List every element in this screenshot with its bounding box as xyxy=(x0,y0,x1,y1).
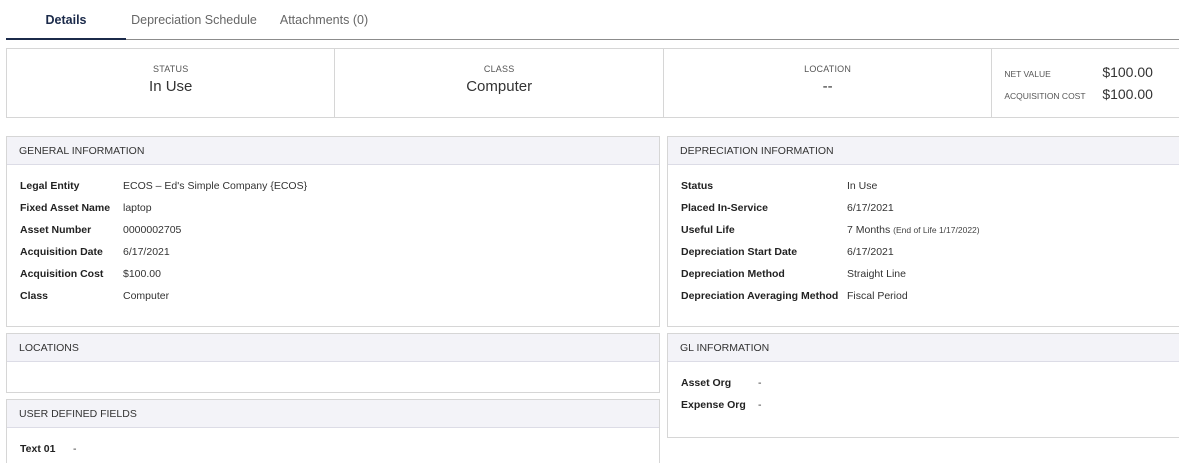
info-row: Depreciation Method Straight Line xyxy=(668,263,1179,285)
info-row: Placed In-Service 6/17/2021 xyxy=(668,197,1179,219)
user-defined-fields-title: USER DEFINED FIELDS xyxy=(7,400,659,428)
general-information-rows: Legal Entity ECOS – Ed's Simple Company {… xyxy=(7,165,659,307)
useful-life-label: Useful Life xyxy=(681,224,735,236)
acquisition-cost-field-label: Acquisition Cost xyxy=(20,268,104,280)
depreciation-information-panel: DEPRECIATION INFORMATION Status In Use Pl… xyxy=(667,136,1179,327)
depreciation-start-date-label: Depreciation Start Date xyxy=(681,246,798,258)
info-row: Depreciation Start Date 6/17/2021 xyxy=(668,241,1179,263)
expense-org-label: Expense Org xyxy=(681,399,746,411)
text-01-label: Text 01 xyxy=(20,443,56,455)
expense-org-value: - xyxy=(758,399,762,411)
location-value: -- xyxy=(822,78,833,95)
user-defined-fields-rows: Text 01 - xyxy=(7,428,659,460)
acquisition-date-value: 6/17/2021 xyxy=(123,246,170,258)
legal-entity-value: ECOS – Ed's Simple Company {ECOS} xyxy=(123,180,308,192)
depreciation-start-date-value: 6/17/2021 xyxy=(847,246,894,258)
summary-class: CLASS Computer xyxy=(335,49,664,117)
class-field-label: Class xyxy=(20,290,49,302)
tab-depreciation-schedule[interactable]: Depreciation Schedule xyxy=(128,0,260,40)
gl-information-title: GL INFORMATION xyxy=(668,334,1179,362)
info-row: Fixed Asset Name laptop xyxy=(7,197,659,219)
fixed-asset-name-value: laptop xyxy=(123,202,152,214)
text-01-value: - xyxy=(73,443,77,455)
useful-life-months: 7 Months xyxy=(847,224,891,236)
info-row: Depreciation Averaging Method Fiscal Peri… xyxy=(668,285,1179,307)
summary-strip: STATUS In Use CLASS Computer LOCATION --… xyxy=(6,48,1179,118)
info-row: Expense Org - xyxy=(668,394,1179,416)
info-row: Useful Life 7 Months (End of Life 1/17/20… xyxy=(668,219,1179,241)
info-row: Asset Org - xyxy=(668,372,1179,394)
info-row: Status In Use xyxy=(668,175,1179,197)
acquisition-date-label: Acquisition Date xyxy=(20,246,103,258)
class-value: Computer xyxy=(466,78,533,95)
acquisition-cost-label: ACQUISITION COST xyxy=(1004,91,1086,101)
depreciation-method-value: Straight Line xyxy=(847,268,906,280)
info-row: Legal Entity ECOS – Ed's Simple Company {… xyxy=(7,175,659,197)
tab-bar: Details Depreciation Schedule Attachment… xyxy=(6,0,1179,40)
net-value-row: NET VALUE $100.00 xyxy=(992,64,1179,84)
location-label: LOCATION xyxy=(804,64,852,74)
tab-attachments[interactable]: Attachments (0) xyxy=(272,0,376,40)
class-label: CLASS xyxy=(483,64,515,74)
legal-entity-label: Legal Entity xyxy=(20,180,80,192)
info-row: Acquisition Date 6/17/2021 xyxy=(7,241,659,263)
depreciation-averaging-method-label: Depreciation Averaging Method xyxy=(681,290,839,302)
summary-values: NET VALUE $100.00 ACQUISITION COST $100.… xyxy=(992,49,1179,117)
info-row: Text 01 - xyxy=(7,438,659,460)
asset-number-value: 0000002705 xyxy=(123,224,182,236)
net-value: $100.00 xyxy=(1102,64,1153,80)
info-row: Class Computer xyxy=(7,285,659,307)
dep-status-value: In Use xyxy=(847,180,878,192)
acquisition-cost-value: $100.00 xyxy=(1102,86,1153,102)
useful-life-value: 7 Months (End of Life 1/17/2022) xyxy=(847,219,980,241)
general-information-panel: GENERAL INFORMATION Legal Entity ECOS – E… xyxy=(6,136,660,327)
class-field-value: Computer xyxy=(123,290,170,302)
placed-in-service-value: 6/17/2021 xyxy=(847,202,894,214)
depreciation-method-label: Depreciation Method xyxy=(681,268,785,280)
tab-details[interactable]: Details xyxy=(6,0,126,40)
asset-number-label: Asset Number xyxy=(20,224,92,236)
asset-org-label: Asset Org xyxy=(681,377,732,389)
net-value-label: NET VALUE xyxy=(1004,69,1051,79)
depreciation-information-rows: Status In Use Placed In-Service 6/17/2021 … xyxy=(668,165,1179,307)
gl-information-panel: GL INFORMATION Asset Org - Expense Org - xyxy=(667,333,1179,438)
summary-location: LOCATION -- xyxy=(664,49,993,117)
acquisition-cost-field-value: $100.00 xyxy=(123,268,161,280)
user-defined-fields-panel: USER DEFINED FIELDS Text 01 - xyxy=(6,399,660,463)
depreciation-averaging-method-value: Fiscal Period xyxy=(847,290,908,302)
locations-title: LOCATIONS xyxy=(7,334,659,362)
dep-status-label: Status xyxy=(681,180,714,192)
end-of-life-note: (End of Life 1/17/2022) xyxy=(893,225,980,235)
status-value: In Use xyxy=(149,78,193,95)
general-information-title: GENERAL INFORMATION xyxy=(7,137,659,165)
info-row: Asset Number 0000002705 xyxy=(7,219,659,241)
placed-in-service-label: Placed In-Service xyxy=(681,202,768,214)
info-row: Acquisition Cost $100.00 xyxy=(7,263,659,285)
asset-org-value: - xyxy=(758,377,762,389)
depreciation-information-title: DEPRECIATION INFORMATION xyxy=(668,137,1179,165)
fixed-asset-name-label: Fixed Asset Name xyxy=(20,202,111,214)
gl-information-rows: Asset Org - Expense Org - xyxy=(668,362,1179,416)
acquisition-cost-row: ACQUISITION COST $100.00 xyxy=(992,86,1179,106)
locations-panel: LOCATIONS xyxy=(6,333,660,393)
summary-status: STATUS In Use xyxy=(7,49,336,117)
status-label: STATUS xyxy=(153,64,189,74)
